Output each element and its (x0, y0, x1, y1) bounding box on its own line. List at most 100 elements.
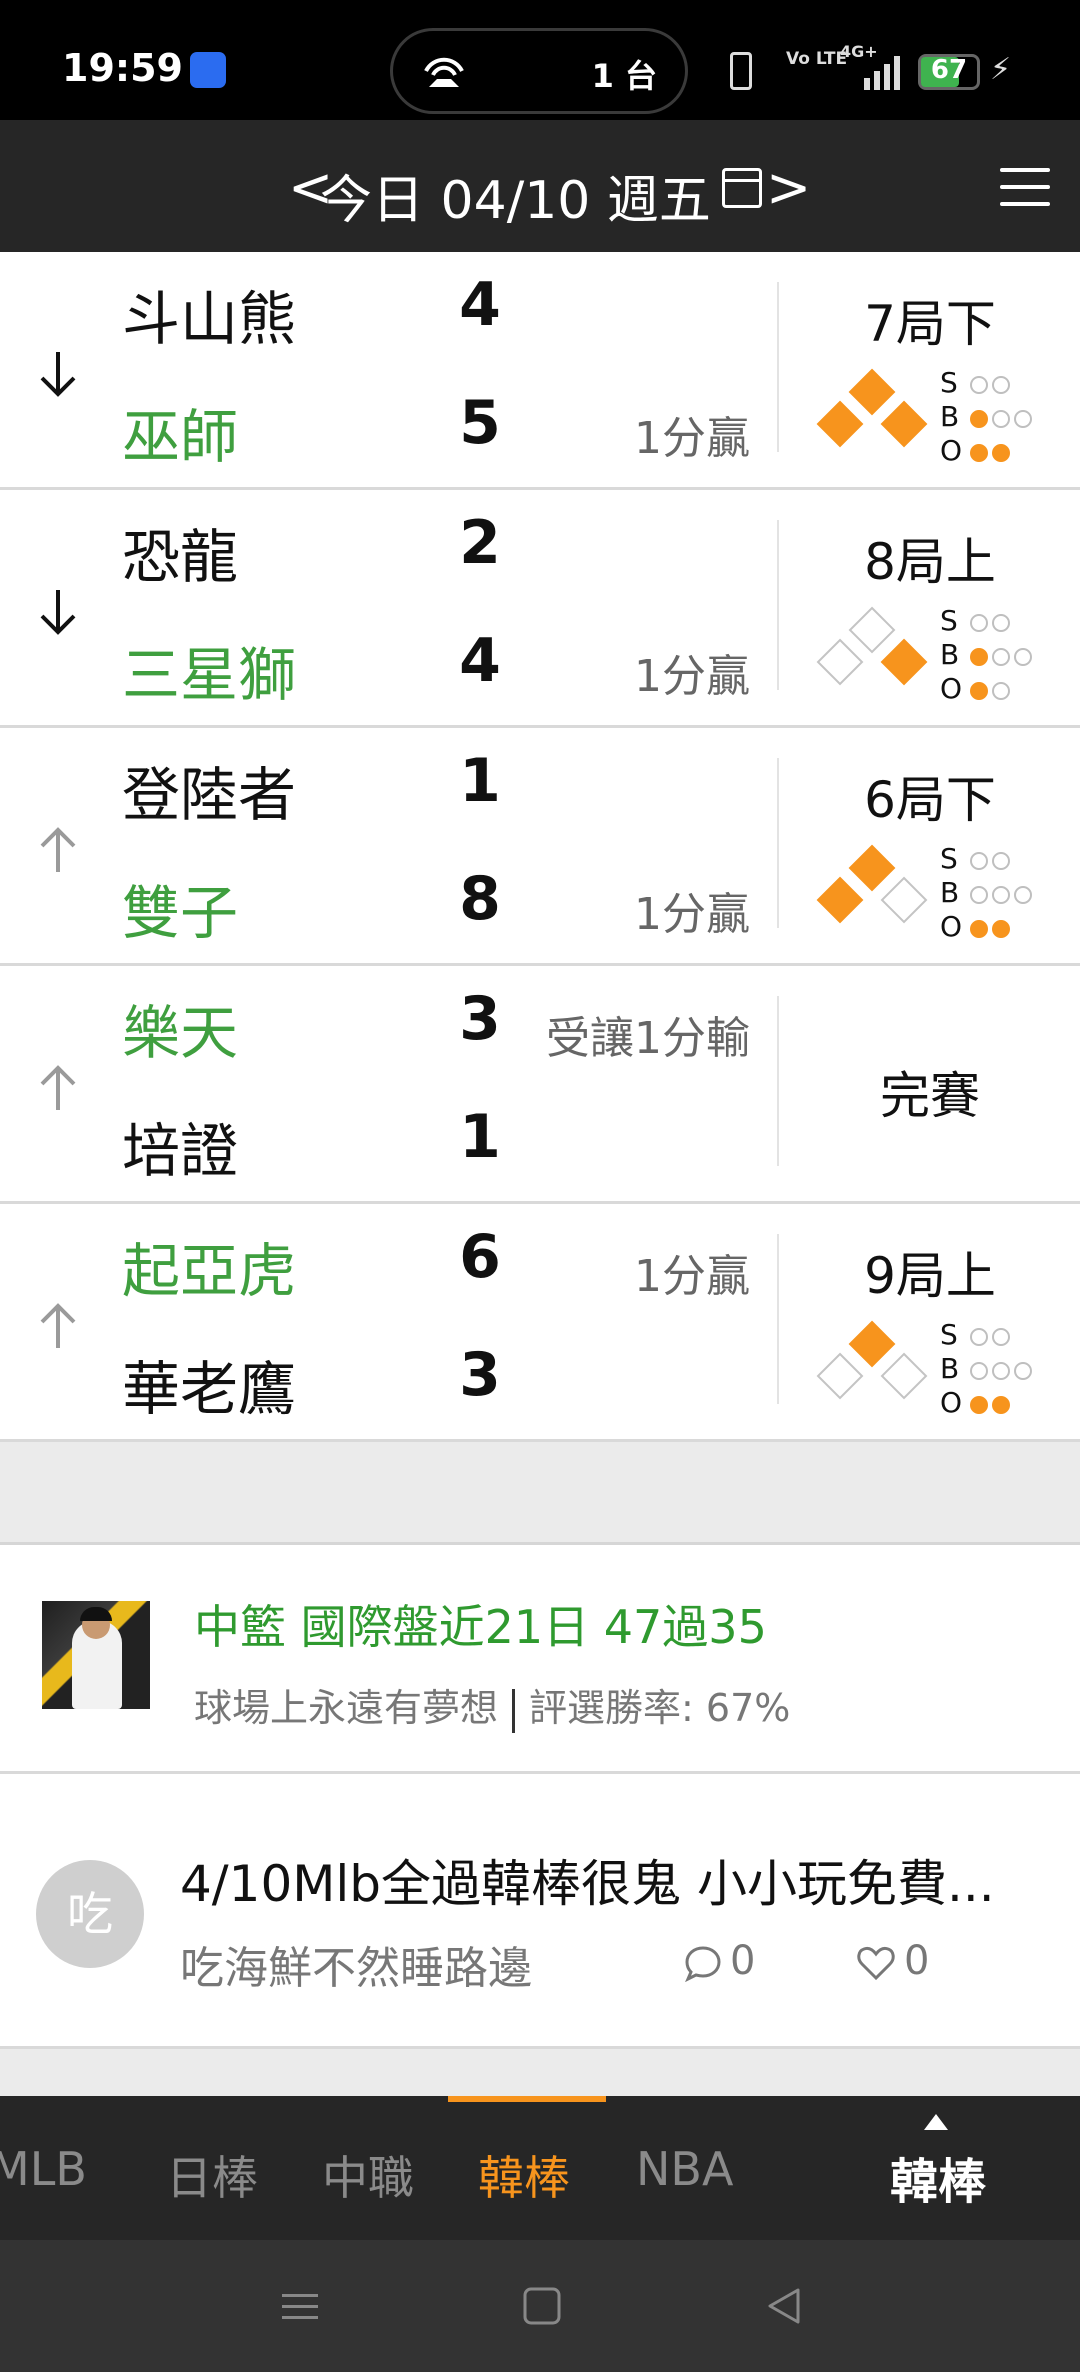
bases-diamond-icon (816, 844, 928, 924)
count-dot (1014, 1362, 1032, 1380)
count-label-o: O (940, 672, 963, 705)
tab-日棒[interactable]: 日棒 (166, 2142, 258, 2208)
inning-status: 6局下 (864, 771, 996, 829)
league-picker-caret-icon[interactable] (924, 2114, 948, 2130)
count-dot (970, 886, 988, 904)
count-dot (970, 410, 988, 428)
game-row[interactable]: 恐龍 2 三星獅 4 1分贏 8局上 S B O (0, 490, 1080, 728)
comment-icon (685, 1946, 721, 1982)
forum-post[interactable]: 吃 4/10Mlb全過韓棒很鬼 小小玩免費... 吃海鮮不然睡路邊 0 0 (0, 1774, 1080, 2049)
count-label-o: O (940, 910, 963, 943)
count-dot (970, 1396, 988, 1414)
game-row[interactable]: 起亞虎 6 華老鷹 3 1分贏 9局上 S B O (0, 1204, 1080, 1442)
like-count[interactable]: 0 (856, 1938, 929, 1984)
charging-icon: ⚡ (990, 52, 1012, 87)
count-dot (992, 376, 1010, 394)
system-nav-bar (0, 2240, 1080, 2372)
tipster-card[interactable]: 中籃 國際盤近21日 47過35 球場上永遠有夢想 評選勝率: 67% (0, 1545, 1080, 1774)
tab-MLB[interactable]: MLB (0, 2142, 87, 2196)
battery-icon: 67 (918, 54, 980, 90)
hotspot-count: 1 台 (591, 57, 657, 95)
team-score: 5 (459, 388, 501, 458)
home-icon[interactable] (520, 2284, 564, 2328)
trend-up-icon (40, 1303, 76, 1348)
count-dot (970, 376, 988, 394)
trend-down-icon (40, 590, 76, 635)
count-indicator: SBO (940, 1318, 1060, 1430)
count-dot (992, 648, 1010, 666)
count-dot (970, 444, 988, 462)
back-icon[interactable] (762, 2284, 806, 2328)
team-score: 8 (459, 864, 501, 934)
count-dot (970, 920, 988, 938)
count-dot (1014, 410, 1032, 428)
third-base (816, 876, 864, 924)
team-name: 恐龍 (122, 523, 239, 591)
handicap-result: 1分贏 (634, 889, 750, 940)
team-score: 1 (459, 746, 501, 816)
divider (512, 1688, 516, 1733)
date-header: < 今日 04/10 週五 > (0, 120, 1080, 252)
game-row[interactable]: 登陸者 1 雙子 8 1分贏 6局下 S B O (0, 728, 1080, 966)
count-label-o: O (940, 434, 963, 467)
section-spacer (0, 1452, 1080, 1545)
hotspot-pill[interactable]: 1 台 (390, 28, 688, 114)
team-name: 樂天 (122, 999, 239, 1067)
second-base (848, 1320, 896, 1368)
team-name: 斗山熊 (122, 285, 297, 353)
game-status: 完賽 (880, 1067, 980, 1125)
team-name: 培證 (122, 1117, 239, 1185)
post-avatar[interactable]: 吃 (36, 1860, 144, 1968)
handicap-result: 1分贏 (634, 1251, 750, 1302)
team-name: 起亞虎 (122, 1237, 297, 1305)
tipster-win-rate: 評選勝率: 67% (529, 1686, 791, 1730)
hotspot-icon (424, 57, 464, 87)
divider (777, 996, 779, 1166)
comment-count[interactable]: 0 (684, 1938, 755, 1984)
count-dot (992, 1328, 1010, 1346)
team-score: 3 (459, 984, 501, 1054)
count-label-s: S (940, 604, 958, 637)
bases-diamond-icon (816, 606, 928, 686)
tab-中職[interactable]: 中職 (322, 2142, 414, 2208)
game-row[interactable]: 樂天 3 培證 1 受讓1分輸 完賽 (0, 966, 1080, 1204)
trend-up-icon (40, 827, 76, 872)
count-indicator: SBO (940, 366, 1060, 478)
games-list: 斗山熊 4 巫師 5 1分贏 7局下 S B O 恐龍 2 三星獅 4 1分贏 8局上 S B O 登陸者 1 雙子 8 1… (0, 252, 1080, 1442)
count-label-b: B (940, 638, 960, 671)
tab-韓棒[interactable]: 韓棒 (478, 2142, 570, 2208)
date-title[interactable]: 今日 04/10 週五 (320, 158, 711, 233)
post-title[interactable]: 4/10Mlb全過韓棒很鬼 小小玩免費... (180, 1844, 1040, 1916)
team-score: 4 (459, 626, 501, 696)
status-time: 19:59 (62, 46, 183, 90)
count-dot (992, 1362, 1010, 1380)
team-score: 3 (459, 1340, 501, 1410)
league-tab-bar: 韓棒 MLB 日棒 中職 韓棒 NBA (0, 2096, 1080, 2240)
divider (777, 1234, 779, 1404)
team-score: 1 (459, 1102, 501, 1172)
game-row[interactable]: 斗山熊 4 巫師 5 1分贏 7局下 S B O (0, 252, 1080, 490)
bases-diamond-icon (816, 368, 928, 448)
tipster-info: 球場上永遠有夢想 評選勝率: 67% (194, 1677, 790, 1733)
count-label-s: S (940, 842, 958, 875)
calendar-icon[interactable] (722, 168, 762, 208)
tipster-avatar[interactable] (42, 1601, 150, 1709)
team-score: 4 (459, 270, 501, 340)
team-name: 登陸者 (122, 761, 297, 829)
next-day-button[interactable]: > (766, 156, 811, 219)
count-dot (992, 410, 1010, 428)
second-base (848, 368, 896, 416)
count-dot (970, 614, 988, 632)
menu-icon[interactable] (1000, 168, 1050, 208)
recent-apps-icon[interactable] (278, 2284, 322, 2328)
divider (777, 282, 779, 452)
count-label-b: B (940, 876, 960, 909)
vibrate-icon (730, 52, 752, 90)
current-league-button[interactable]: 韓棒 (890, 2142, 986, 2212)
tab-NBA[interactable]: NBA (636, 2142, 733, 2196)
count-dot (970, 648, 988, 666)
tipster-name: 球場上永遠有夢想 (194, 1686, 499, 1730)
count-dot (970, 1362, 988, 1380)
count-dot (992, 444, 1010, 462)
team-name: 巫師 (122, 403, 239, 471)
